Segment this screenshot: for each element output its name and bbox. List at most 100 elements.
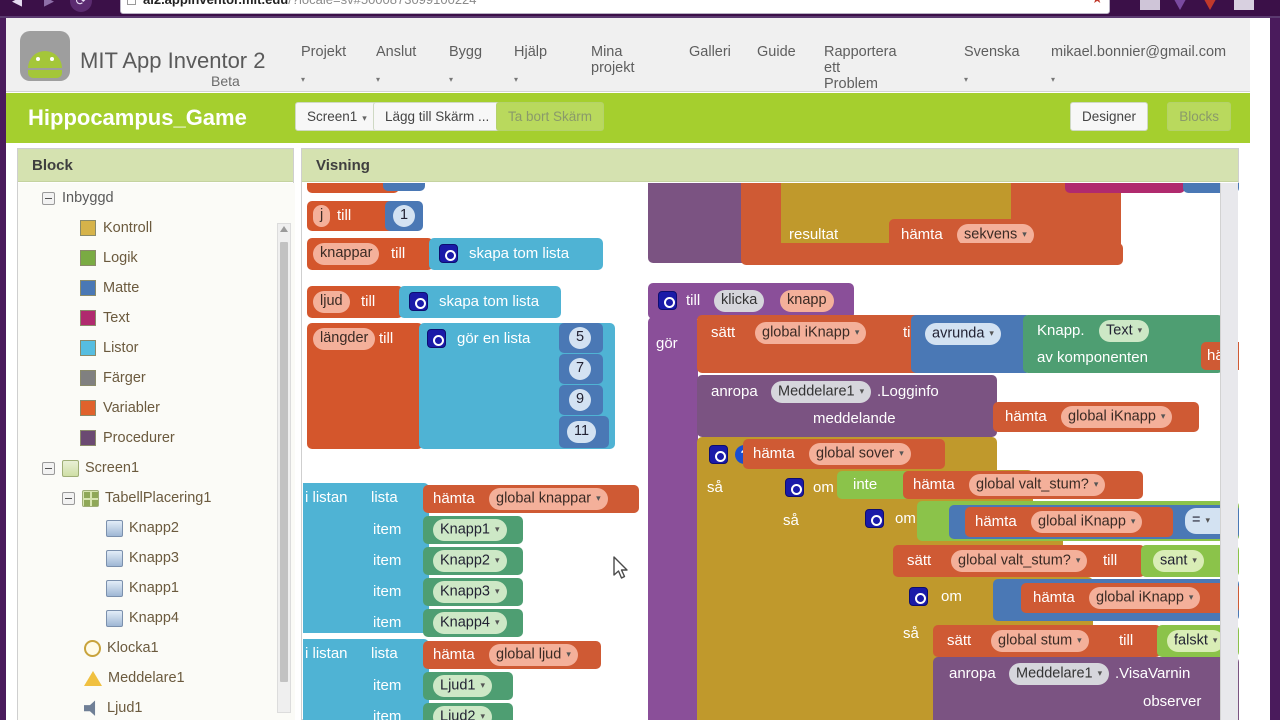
field-global-iknapp[interactable]: global iKnapp ▾	[1031, 511, 1143, 533]
extension-icon[interactable]	[1140, 0, 1160, 10]
nav-item-galleri[interactable]: Galleri	[689, 44, 731, 60]
block-get-global-sover[interactable]: hämta global sover ▾	[743, 439, 945, 469]
block-event-klicka-body[interactable]: gör	[648, 317, 698, 720]
url-bar[interactable]: ai2.appinventor.mit.edu/?locale=sv#50008…	[120, 0, 1110, 14]
block-number-item-1[interactable]: 7	[559, 354, 603, 384]
block-init-ljud[interactable]: ljud till	[307, 286, 403, 318]
block-init-knappar[interactable]: knappar till	[307, 238, 433, 270]
field-var-j[interactable]: j	[313, 205, 331, 227]
back-arrow-icon[interactable]: ◀	[6, 0, 28, 12]
block-set-valt-stum[interactable]: sätt global valt_stum? ▾ till	[893, 545, 1145, 577]
tree-item-procedurer[interactable]: Procedurer	[18, 423, 295, 453]
nav-item-account[interactable]: mikael.bonnier@gmail.com ▾	[1051, 44, 1226, 88]
tree-item-screen1[interactable]: Screen1	[18, 453, 295, 483]
field-global-sover[interactable]: global sover ▾	[809, 443, 911, 465]
add-screen-button[interactable]: Lägg till Skärm ...	[373, 102, 502, 131]
mutator-icon[interactable]	[909, 587, 928, 606]
field-event-klicka[interactable]: klicka	[714, 290, 765, 312]
menu-icon[interactable]	[1234, 0, 1254, 10]
block-create-empty-list-ljud[interactable]: skapa tom lista	[399, 286, 561, 318]
field-number-value[interactable]: 5	[569, 327, 592, 349]
block-text-strip[interactable]	[1065, 183, 1185, 193]
field-number-value[interactable]: 9	[569, 389, 592, 411]
block-partial-top-2[interactable]	[383, 183, 425, 191]
field-var-langder[interactable]: längder	[313, 328, 376, 350]
tree-item-knapp1[interactable]: Knapp1	[18, 573, 295, 603]
block-component-knapp4[interactable]: Knapp4 ▾	[423, 609, 523, 637]
block-init-langder[interactable]: längder till	[307, 323, 423, 449]
block-proc-foot[interactable]	[741, 243, 1123, 265]
block-knapp-text-of-component[interactable]: Knapp. Text ▾ av komponenten	[1023, 315, 1223, 373]
block-number-item-0[interactable]: 5	[559, 323, 603, 353]
nav-item-anslut[interactable]: Anslut ▾	[376, 44, 416, 88]
tree-item-tabellplacering1[interactable]: TabellPlacering1	[18, 483, 295, 513]
download-icon[interactable]	[1170, 0, 1190, 10]
block-get-global-knappar[interactable]: hämta global knappar ▾	[423, 485, 639, 513]
block-add-items-knappar[interactable]: i listan lista item item item item	[303, 483, 429, 633]
field-global-knappar[interactable]: global knappar ▾	[489, 488, 608, 510]
mutator-icon[interactable]	[427, 329, 446, 348]
field-property-text[interactable]: Text ▾	[1099, 320, 1150, 342]
block-tree[interactable]: Inbyggd Kontroll Logik Matte Text Listor…	[18, 183, 295, 720]
tree-item-ljud1[interactable]: Ljud1	[18, 693, 295, 720]
tree-item-klocka1[interactable]: Klocka1	[18, 633, 295, 663]
remove-screen-button[interactable]: Ta bort Skärm	[496, 102, 605, 131]
field-global-valt-stum[interactable]: global valt_stum? ▾	[969, 474, 1106, 496]
nav-item-sprak[interactable]: Svenska ▾	[964, 44, 1020, 88]
field-component[interactable]: Knapp2 ▾	[433, 550, 507, 572]
mutator-icon[interactable]	[439, 244, 458, 263]
field-global-iknapp[interactable]: global iKnapp ▾	[1089, 587, 1201, 609]
field-component-meddelare1[interactable]: Meddelare1 ▾	[1009, 663, 1110, 685]
field-component[interactable]: Knapp1 ▾	[433, 519, 507, 541]
block-component-knapp3[interactable]: Knapp3 ▾	[423, 578, 523, 606]
field-global-valt-stum[interactable]: global valt_stum? ▾	[951, 550, 1088, 572]
block-number-1[interactable]: 1	[385, 201, 423, 231]
field-number-value[interactable]: 11	[567, 421, 597, 443]
tree-item-knapp2[interactable]: Knapp2	[18, 513, 295, 543]
nav-item-rapportera-problem[interactable]: Rapportera ett Problem	[824, 44, 897, 92]
star-icon[interactable]: ★	[1091, 0, 1103, 5]
field-global-iknapp[interactable]: global iKnapp ▾	[755, 322, 867, 344]
mutator-icon[interactable]	[709, 445, 728, 464]
block-component-ljud2[interactable]: Ljud2 ▾	[423, 703, 513, 720]
tree-item-logik[interactable]: Logik	[18, 243, 295, 273]
block-call-meddelare-visavarning[interactable]: anropa Meddelare1 ▾ .VisaVarnin observer	[933, 657, 1239, 720]
field-avrunda[interactable]: avrunda ▾	[925, 323, 1001, 345]
field-component[interactable]: Knapp4 ▾	[433, 612, 507, 634]
field-component[interactable]: Knapp3 ▾	[433, 581, 507, 603]
field-var-knappar[interactable]: knappar	[313, 243, 380, 265]
field-var-ljud[interactable]: ljud	[313, 291, 350, 313]
block-create-empty-list-knappar[interactable]: skapa tom lista	[429, 238, 603, 270]
block-get-global-valt-stum[interactable]: hämta global valt_stum? ▾	[903, 471, 1143, 499]
scroll-up-arrow-icon[interactable]	[280, 226, 288, 232]
block-event-klicka-header[interactable]: till klicka knapp	[648, 283, 854, 319]
block-get-global-iknapp-logg[interactable]: hämta global iKnapp ▾	[993, 402, 1199, 432]
collapse-icon[interactable]	[42, 461, 55, 475]
block-component-ljud1[interactable]: Ljud1 ▾	[423, 672, 513, 700]
block-set-global-stum[interactable]: sätt global stum ▾ till	[933, 625, 1161, 657]
field-falskt[interactable]: falskt ▾	[1167, 630, 1225, 652]
field-component[interactable]: Ljud1 ▾	[433, 675, 493, 697]
mutator-icon[interactable]	[865, 509, 884, 528]
tree-item-meddelare1[interactable]: Meddelare1	[18, 663, 295, 693]
field-global-ljud[interactable]: global ljud ▾	[489, 644, 578, 666]
field-number-value[interactable]: 7	[569, 358, 592, 380]
tree-item-listor[interactable]: Listor	[18, 333, 295, 363]
block-get-global-ljud[interactable]: hämta global ljud ▾	[423, 641, 601, 669]
tree-item-text[interactable]: Text	[18, 303, 295, 333]
mutator-icon[interactable]	[409, 292, 428, 311]
block-procedure-top[interactable]	[648, 183, 754, 263]
block-call-meddelare-logginfo[interactable]: anropa Meddelare1 ▾ .Logginfo meddelande	[697, 375, 997, 437]
mutator-icon[interactable]	[658, 291, 677, 310]
nav-item-bygg[interactable]: Bygg ▾	[449, 44, 482, 88]
block-avrunda[interactable]: avrunda ▾	[911, 315, 1031, 373]
tree-item-matte[interactable]: Matte	[18, 273, 295, 303]
field-param-knapp[interactable]: knapp	[780, 290, 834, 312]
block-number-item-2[interactable]: 9	[559, 385, 603, 415]
heart-icon[interactable]	[1200, 0, 1220, 10]
tree-item-inbyggd[interactable]: Inbyggd	[18, 183, 295, 213]
tree-scrollbar[interactable]	[277, 223, 291, 713]
field-sant[interactable]: sant ▾	[1153, 550, 1204, 572]
field-global-iknapp[interactable]: global iKnapp ▾	[1061, 406, 1173, 428]
block-component-knapp2[interactable]: Knapp2 ▾	[423, 547, 523, 575]
